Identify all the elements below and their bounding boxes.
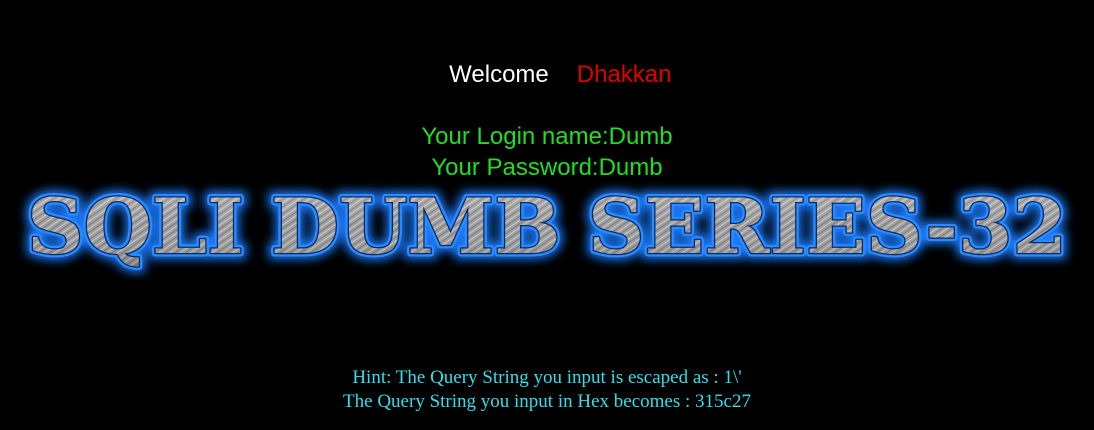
series-banner: SQLI DUMB SERIES-32 SQLI DUMB SERIES-32 … [0, 180, 1094, 280]
series-banner-image: SQLI DUMB SERIES-32 SQLI DUMB SERIES-32 … [21, 180, 1073, 277]
hint-block: Hint: The Query String you input is esca… [0, 366, 1094, 414]
banner-shade: SQLI DUMB SERIES-32 [27, 182, 1067, 271]
password-line: Your Password:Dumb [431, 154, 663, 181]
welcome-block: Welcome Dhakkan Your Login name:Dumb Your… [0, 28, 1094, 183]
welcome-line: Welcome Dhakkan [0, 28, 1094, 121]
user-name: Dhakkan [576, 61, 672, 88]
hint-hex-line: The Query String you input in Hex become… [343, 391, 751, 412]
hint-escaped-line: Hint: The Query String you input is esca… [352, 367, 742, 388]
welcome-label: Welcome [449, 61, 549, 88]
login-name-line: Your Login name:Dumb [421, 123, 673, 150]
